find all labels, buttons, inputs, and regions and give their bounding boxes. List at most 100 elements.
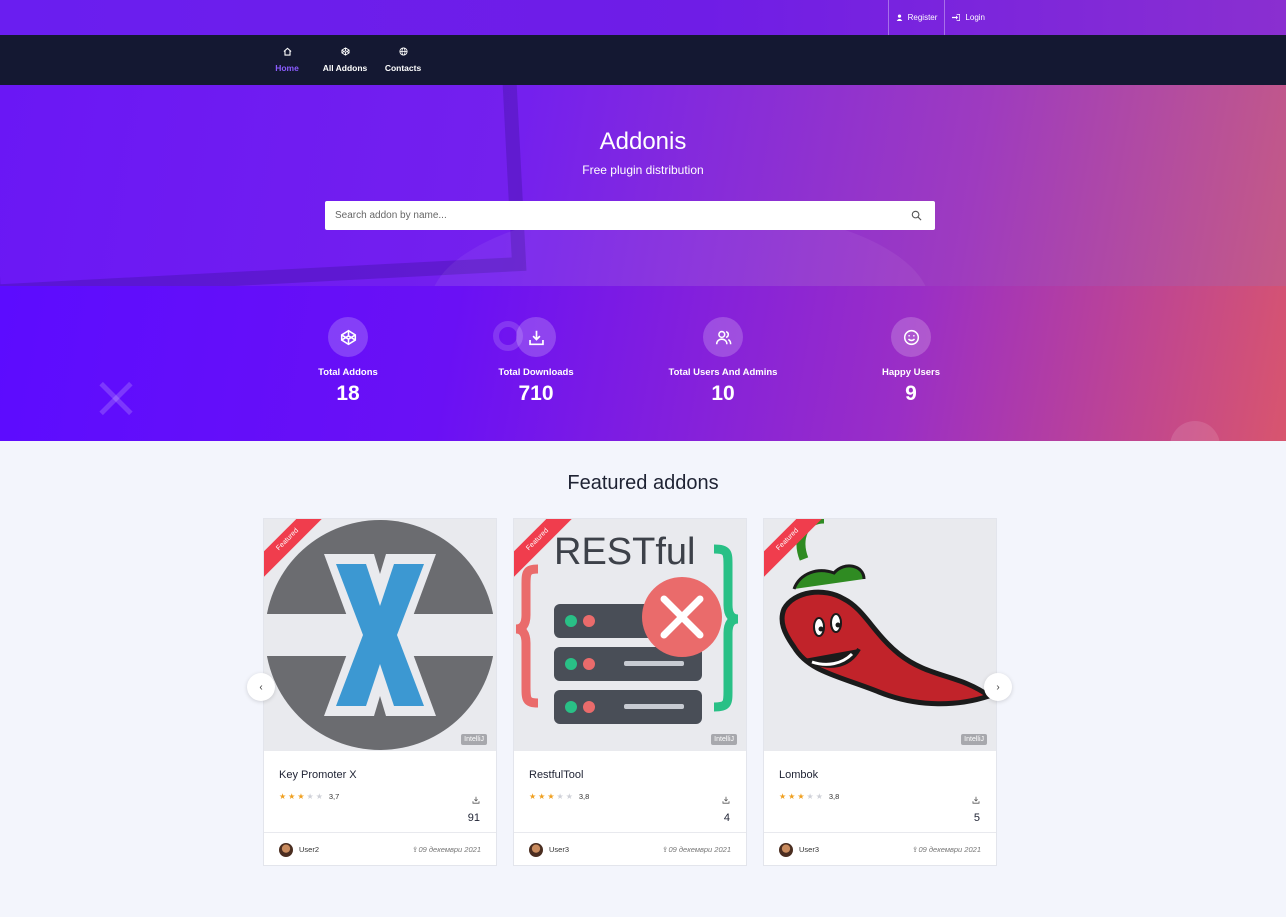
- stat-value: 710: [518, 382, 554, 405]
- star-icon: ★: [306, 792, 314, 801]
- addon-name[interactable]: RestfulTool: [529, 769, 583, 781]
- card-footer: User3 ⇪09 декември 2021: [514, 832, 746, 865]
- rating-value: 3,7: [328, 792, 340, 801]
- avatar: [279, 842, 293, 857]
- codepen-icon: [340, 47, 350, 56]
- stat-happy-users: Happy Users 9: [821, 317, 1001, 406]
- rating-stars: ★ ★ ★ ★ ★ 3,8: [779, 792, 839, 801]
- stat-value: 9: [905, 382, 917, 405]
- stat-label: Total Users And Admins: [668, 367, 778, 378]
- featured-title: Featured addons: [567, 472, 719, 494]
- site-subtitle: Free plugin distribution: [582, 163, 704, 177]
- codepen-icon: [340, 329, 356, 345]
- addon-card[interactable]: Featured IntelliJ Lombok ★ ★ ★ ★ ★ 3,8 5…: [763, 518, 997, 866]
- download-count: 91: [468, 791, 480, 824]
- stat-total-downloads: Total Downloads 710: [446, 317, 626, 406]
- author-name[interactable]: User3: [799, 845, 819, 854]
- rating-value: 3,8: [578, 792, 590, 801]
- upload-date: ⇪09 декември 2021: [412, 845, 481, 854]
- nav-item-all-addons[interactable]: All Addons: [318, 35, 372, 85]
- star-icon: ★: [279, 792, 287, 801]
- stat-total-users: Total Users And Admins 10: [633, 317, 813, 406]
- avatar: [529, 842, 543, 857]
- ide-tag: IntelliJ: [461, 734, 487, 745]
- site-title: Addonis: [599, 128, 687, 155]
- addon-card[interactable]: Featured IntelliJ Key Promoter X ★ ★ ★ ★…: [263, 518, 497, 866]
- top-bar: Register Login: [0, 0, 1286, 35]
- card-footer: User3 ⇪09 декември 2021: [764, 832, 996, 865]
- search-box: [325, 201, 935, 230]
- key-promoter-logo: [264, 520, 496, 750]
- stat-label: Total Downloads: [498, 367, 574, 378]
- download-count: 4: [722, 791, 730, 824]
- star-icon: ★: [815, 792, 823, 801]
- nav-label-home: Home: [275, 63, 299, 73]
- chevron-right-icon: ›: [996, 681, 1000, 693]
- addon-card[interactable]: RESTful Featured IntelliJ RestfulTool ★ …: [513, 518, 747, 866]
- addon-name[interactable]: Key Promoter X: [279, 769, 357, 781]
- users-icon: [715, 330, 731, 344]
- date-text: 09 декември 2021: [668, 845, 731, 854]
- featured-carousel: Featured IntelliJ Key Promoter X ★ ★ ★ ★…: [247, 518, 1013, 868]
- author-name[interactable]: User2: [299, 845, 319, 854]
- globe-icon: [398, 47, 408, 56]
- search-input[interactable]: [325, 201, 885, 230]
- rating-value: 3,8: [828, 792, 840, 801]
- decoration: [1170, 421, 1220, 441]
- sign-in-icon: [952, 14, 961, 21]
- restful-logo: RESTful: [515, 531, 739, 724]
- star-icon: ★: [797, 792, 805, 801]
- stats-section: Total Addons 18 Total Downloads 710 Tota…: [0, 286, 1286, 441]
- register-label: Register: [907, 13, 938, 22]
- star-icon: ★: [288, 792, 296, 801]
- download-count: 5: [972, 791, 980, 824]
- user-icon: [896, 14, 902, 21]
- star-icon: ★: [565, 792, 573, 801]
- upload-date: ⇪09 декември 2021: [912, 845, 981, 854]
- login-link[interactable]: Login: [944, 0, 992, 35]
- carousel-next-button[interactable]: ›: [984, 673, 1012, 701]
- chevron-left-icon: ‹: [259, 681, 263, 693]
- smile-icon: [903, 329, 919, 345]
- lombok-logo: [779, 519, 995, 707]
- download-number: 91: [467, 812, 480, 824]
- hero-decoration: [0, 85, 527, 286]
- addon-image[interactable]: RESTful Featured IntelliJ: [514, 519, 746, 751]
- download-icon: [972, 796, 980, 804]
- addon-name[interactable]: Lombok: [779, 769, 818, 781]
- nav-label-contacts: Contacts: [384, 63, 422, 73]
- main-nav: Home All Addons Contacts: [0, 35, 1286, 85]
- register-link[interactable]: Register: [887, 0, 945, 35]
- star-icon: ★: [315, 792, 323, 801]
- home-icon: [283, 47, 291, 56]
- star-icon: ★: [779, 792, 787, 801]
- addon-image[interactable]: Featured IntelliJ: [764, 519, 996, 751]
- restful-logo-text: RESTful: [554, 531, 695, 573]
- download-icon: [528, 330, 544, 345]
- upload-date: ⇪09 декември 2021: [662, 845, 731, 854]
- carousel-prev-button[interactable]: ‹: [247, 673, 275, 701]
- avatar: [779, 842, 793, 857]
- addon-image[interactable]: Featured IntelliJ: [264, 519, 496, 751]
- date-text: 09 декември 2021: [418, 845, 481, 854]
- account-links: Register Login: [887, 0, 992, 35]
- hero-section: Addonis Free plugin distribution: [0, 85, 1286, 286]
- stat-value: 18: [336, 382, 360, 405]
- download-icon: [722, 796, 730, 804]
- date-text: 09 декември 2021: [918, 845, 981, 854]
- star-icon: ★: [538, 792, 546, 801]
- stat-value: 10: [711, 382, 735, 405]
- ide-tag: IntelliJ: [711, 734, 737, 745]
- download-icon: [472, 796, 480, 804]
- stat-label: Total Addons: [318, 367, 378, 378]
- star-icon: ★: [556, 792, 564, 801]
- search-icon[interactable]: [911, 210, 922, 221]
- nav-item-home[interactable]: Home: [264, 35, 310, 85]
- rating-stars: ★ ★ ★ ★ ★ 3,8: [529, 792, 589, 801]
- download-number: 4: [723, 812, 730, 824]
- stat-label: Happy Users: [881, 367, 941, 378]
- author-name[interactable]: User3: [549, 845, 569, 854]
- download-number: 5: [973, 812, 980, 824]
- star-icon: ★: [806, 792, 814, 801]
- nav-item-contacts[interactable]: Contacts: [380, 35, 426, 85]
